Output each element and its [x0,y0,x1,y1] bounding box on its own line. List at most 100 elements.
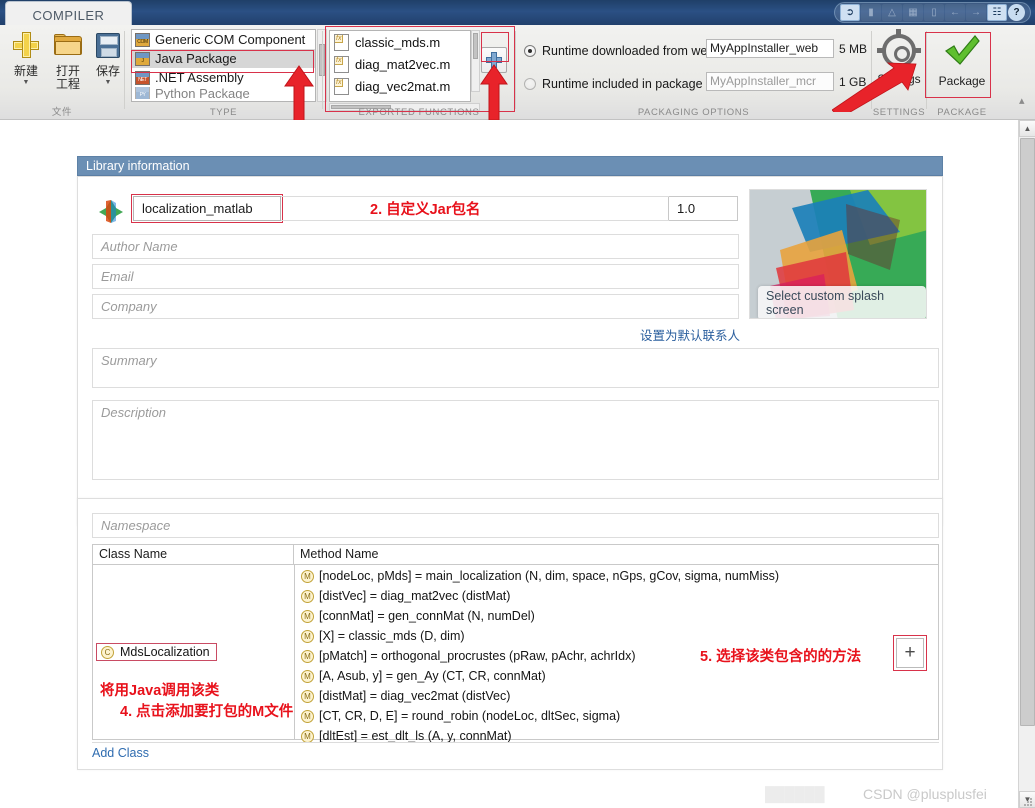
type-item-label: Generic COM Component [155,32,306,47]
exported-function-item[interactable]: diag_mat2vec.m [330,53,470,75]
method-row[interactable]: M [CT, CR, D, E] = round_robin (nodeLoc, … [295,706,938,726]
ribbon-group-packaging-options: Runtime downloaded from web Runtime incl… [516,25,871,120]
copy-icon[interactable]: △ [882,4,902,21]
add-method-button[interactable]: + [896,638,924,668]
author-name-input[interactable]: Author Name [92,234,739,259]
new-button[interactable]: 新建 ▼ [6,30,46,104]
email-input[interactable]: Email [92,264,739,289]
method-icon: M [301,729,314,743]
tab-compiler[interactable]: COMPILER [5,1,132,28]
save-button[interactable]: 保存 ▼ [88,30,128,104]
summary-input[interactable]: Summary [92,348,939,388]
exported-function-label: classic_mds.m [355,34,441,50]
compiler-body: Library information localization_matlab … [0,120,1018,808]
method-label: [nodeLoc, pMds] = main_localization (N, … [319,569,780,583]
splash-screen-label: Select custom splash screen [758,286,926,318]
annotation-2: 2. 自定义Jar包名 [370,202,481,218]
exported-functions-listbox[interactable]: classic_mds.m diag_mat2vec.m diag_vec2ma… [329,30,471,102]
watermark: CSDN @plusplusfei [863,786,987,802]
annotation-3-line1-visible: 将用Java调用该类 [100,683,220,699]
method-row[interactable]: M [nodeLoc, pMds] = main_localization (N,… [295,566,938,586]
watermark-faint: ██████ [765,786,825,802]
scrollbar-thumb[interactable] [1020,138,1035,726]
method-icon: M [301,609,314,623]
matlab-icon [97,197,123,223]
redo-icon[interactable]: → [966,4,986,21]
quick-access-toolbar[interactable]: ➲ ▮ △ ▦ ▯ ← → ☷ ? [834,2,1031,23]
package-button-label: Package [938,74,986,88]
class-name-item[interactable]: C MdsLocalization [96,643,217,661]
cut-icon[interactable]: ▮ [861,4,881,21]
method-label: [distMat] = diag_vec2mat (distVec) [319,689,511,703]
method-icon: M [301,689,314,703]
open-project-label-line2: 工程 [55,77,80,91]
window-icon[interactable]: ☷ [987,4,1007,21]
new-plus-icon [9,30,43,62]
method-row[interactable]: M [connMat] = gen_connMat (N, numDel) [295,606,938,626]
company-input[interactable]: Company [92,294,739,319]
radio-selected-icon[interactable] [524,45,536,57]
annotation-3-line2-visible: 4. 点击添加要打包的M文件 [120,704,294,720]
method-icon: M [301,709,314,723]
type-item-label: Python Package [155,87,250,99]
class-name-label: MdsLocalization [120,645,210,659]
annotation-5: 5. 选择该类包含的的方法 [700,649,862,665]
library-information-header: Library information [77,156,943,176]
open-project-button[interactable]: 打开 工程 [48,30,88,104]
method-row[interactable]: M [distMat] = diag_vec2mat (distVec) [295,686,938,706]
package-button[interactable]: Package [930,30,994,104]
set-default-contact-link[interactable]: 设置为默认联系人 [640,325,740,344]
dotnet-assembly-icon: NET [135,70,150,85]
method-label: [dltEst] = est_dlt_ls (A, y, connMat) [319,729,512,743]
method-icon: M [301,669,314,683]
grid-icon[interactable]: ▦ [903,4,923,21]
collapse-ribbon-icon[interactable]: ▴ [1019,96,1031,107]
arrow-to-add-button [480,64,508,120]
save-icon[interactable]: ➲ [840,4,860,21]
method-label: [CT, CR, D, E] = round_robin (nodeLoc, d… [319,709,621,723]
namespace-input[interactable]: Namespace [92,513,939,538]
green-check-icon [942,33,982,69]
library-name-input[interactable]: localization_matlab [133,196,281,221]
ribbon-group-package-label: PACKAGE [937,107,987,118]
add-class-link[interactable]: Add Class [92,746,149,760]
installer-name-mcr-input[interactable]: MyAppInstaller_mcr [706,72,834,91]
installer-name-web-input[interactable]: MyAppInstaller_web [706,39,834,58]
title-bar: ➲ ▮ △ ▦ ▯ ← → ☷ ? [0,0,1035,25]
runtime-included-option[interactable]: Runtime included in package [524,77,703,91]
size-web-label: 5 MB [839,42,868,56]
resize-grip[interactable] [1022,795,1034,807]
chevron-down-icon[interactable]: ▼ [105,79,112,87]
method-row[interactable]: M [distVec] = diag_mat2vec (distMat) [295,586,938,606]
radio-unselected-icon[interactable] [524,78,536,90]
method-row[interactable]: M [A, Asub, y] = gen_Ay (CT, CR, connMat) [295,666,938,686]
scroll-up-button[interactable]: ▲ [1019,120,1035,137]
paste-icon[interactable]: ▯ [924,4,944,21]
chevron-down-icon[interactable]: ▼ [23,79,30,87]
exported-function-item[interactable]: classic_mds.m [330,31,470,53]
splash-screen-preview[interactable]: Select custom splash screen [749,189,927,319]
method-label: [A, Asub, y] = gen_Ay (CT, CR, connMat) [319,669,546,683]
help-icon[interactable]: ? [1008,4,1025,21]
runtime-web-option[interactable]: Runtime downloaded from web [524,44,714,58]
m-file-icon [334,55,349,73]
description-input[interactable]: Description [92,400,939,480]
table-header-row: Class Name Method Name [93,545,938,565]
column-header-class-name: Class Name [93,545,294,564]
scrollbar-thumb[interactable] [473,33,478,59]
type-item-generic-com-component[interactable]: COM Generic COM Component [132,30,315,49]
undo-icon[interactable]: ← [945,4,965,21]
m-file-icon [334,33,349,51]
save-button-label: 保存 [95,64,120,78]
library-version-input[interactable]: 1.0 [668,196,738,221]
method-row[interactable]: M [dltEst] = est_dlt_ls (A, y, connMat) [295,726,938,746]
exported-function-item[interactable]: diag_vec2mat.m [330,75,470,97]
matlab-compiler-window: ➲ ▮ △ ▦ ▯ ← → ☷ ? COMPILER 新建 ▼ 打开 工程 保存… [0,0,1035,808]
new-button-label: 新建 [13,64,38,78]
page-scrollbar[interactable]: ▲ ▼ [1018,120,1035,808]
com-component-icon: COM [135,32,150,47]
arrow-to-package-button [832,62,917,112]
exported-function-label: diag_mat2vec.m [355,56,451,72]
method-row[interactable]: M [X] = classic_mds (D, dim) [295,626,938,646]
runtime-included-label: Runtime included in package [542,77,703,91]
